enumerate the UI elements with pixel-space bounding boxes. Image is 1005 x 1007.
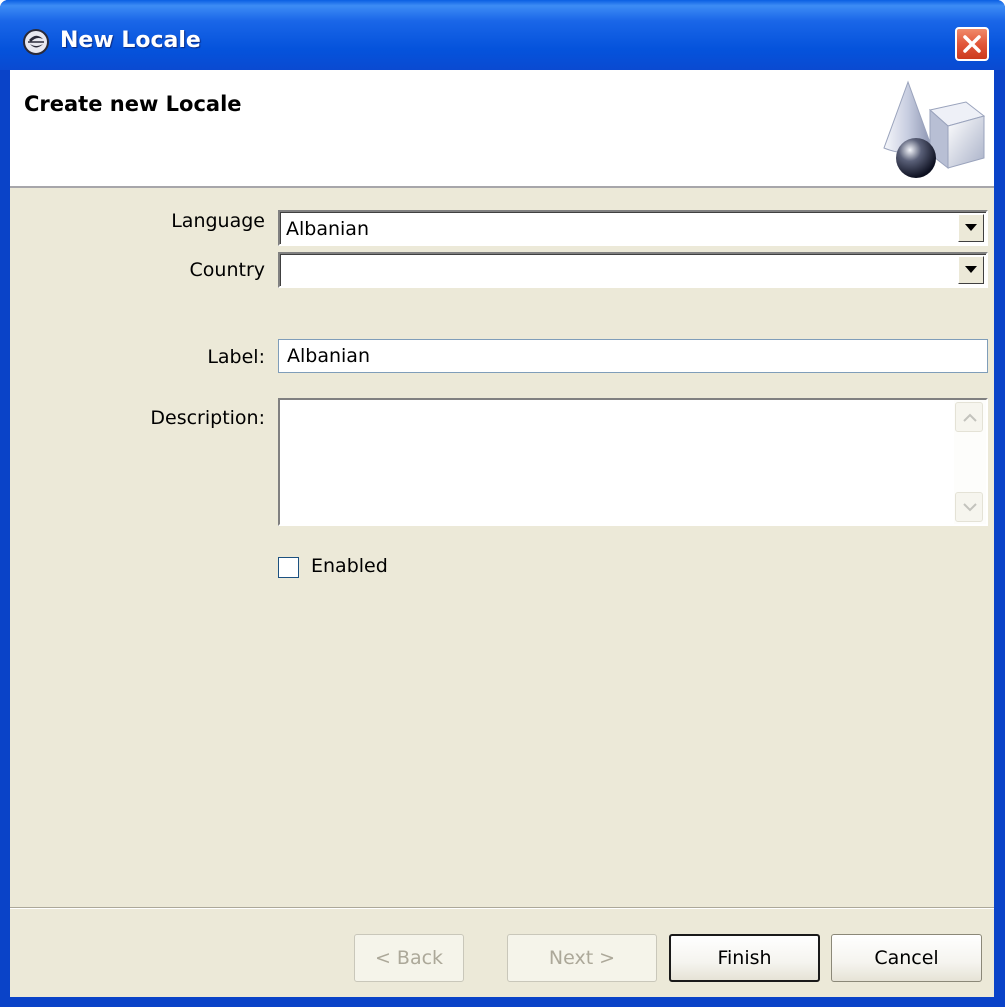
close-icon — [963, 35, 981, 53]
language-label: Language — [171, 210, 265, 232]
country-combo[interactable] — [278, 252, 988, 288]
country-label: Country — [189, 259, 265, 281]
chevron-down-icon — [965, 224, 977, 231]
back-button[interactable]: < Back — [354, 934, 464, 982]
language-value: Albanian — [286, 218, 369, 240]
window-bottom-border — [0, 997, 1005, 1007]
cancel-button[interactable]: Cancel — [831, 934, 982, 982]
chevron-down-icon — [963, 503, 977, 512]
close-button[interactable] — [955, 27, 989, 61]
wizard-shapes-graphic — [883, 80, 986, 178]
next-button[interactable]: Next > — [507, 934, 657, 982]
country-dropdown-button[interactable] — [958, 256, 984, 284]
label-input[interactable]: Albanian — [278, 339, 988, 373]
language-combo[interactable]: Albanian — [278, 210, 988, 246]
page-title: Create new Locale — [24, 92, 242, 116]
enabled-label: Enabled — [311, 555, 388, 577]
description-textarea[interactable] — [278, 398, 988, 526]
scroll-down-button[interactable] — [955, 492, 983, 522]
new-locale-dialog: New Locale Create new Locale Language Al… — [0, 0, 1005, 1007]
description-label: Description: — [150, 407, 265, 429]
scroll-up-button[interactable] — [955, 402, 983, 432]
label-field-label: Label: — [207, 346, 265, 368]
description-scrollbar[interactable] — [954, 400, 986, 524]
enabled-checkbox[interactable] — [278, 557, 299, 578]
chevron-down-icon — [965, 266, 977, 273]
button-bar-separator-highlight — [10, 908, 994, 909]
language-dropdown-button[interactable] — [958, 214, 984, 242]
dialog-client-area: Create new Locale Language Albanian Coun… — [10, 70, 994, 1007]
wizard-header: Create new Locale — [10, 70, 994, 188]
window-title: New Locale — [60, 28, 201, 53]
title-bar[interactable]: New Locale — [0, 0, 1005, 70]
label-value: Albanian — [287, 345, 370, 367]
eclipse-icon — [23, 29, 49, 55]
finish-button[interactable]: Finish — [669, 934, 820, 982]
chevron-up-icon — [963, 413, 977, 422]
